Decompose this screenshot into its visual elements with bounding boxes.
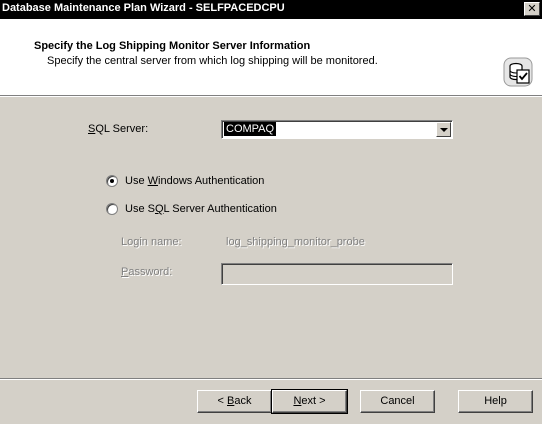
next-button[interactable]: Next > (271, 389, 348, 414)
close-button[interactable]: ✕ (524, 2, 540, 16)
cancel-button[interactable]: Cancel (360, 390, 435, 413)
sql-server-value: COMPAQ (224, 122, 277, 136)
wizard-header: Specify the Log Shipping Monitor Server … (0, 19, 542, 97)
window-title: Database Maintenance Plan Wizard - SELFP… (2, 2, 285, 14)
sql-server-label: SQL Server: (88, 123, 149, 135)
database-checklist-icon (503, 57, 533, 87)
close-icon: ✕ (527, 3, 537, 15)
button-separator (0, 378, 542, 380)
back-button[interactable]: < Back (197, 390, 272, 413)
login-name-value: log_shipping_monitor_probe (226, 236, 365, 248)
login-name-label: Login name: (121, 236, 182, 248)
page-title: Specify the Log Shipping Monitor Server … (34, 40, 311, 52)
password-label: Password: (121, 266, 173, 278)
windows-auth-label[interactable]: Use Windows Authentication (125, 175, 264, 187)
chevron-down-icon[interactable] (436, 122, 451, 137)
sql-auth-radio[interactable] (106, 203, 118, 215)
windows-auth-radio[interactable] (106, 175, 118, 187)
title-bar[interactable]: Database Maintenance Plan Wizard - SELFP… (0, 0, 542, 19)
wizard-window: Database Maintenance Plan Wizard - SELFP… (0, 0, 542, 424)
help-button[interactable]: Help (458, 390, 533, 413)
page-subtitle: Specify the central server from which lo… (47, 55, 378, 67)
password-field[interactable] (221, 263, 453, 285)
sql-auth-label[interactable]: Use SQL Server Authentication (125, 203, 277, 215)
sql-server-dropdown[interactable]: COMPAQ (221, 120, 453, 139)
